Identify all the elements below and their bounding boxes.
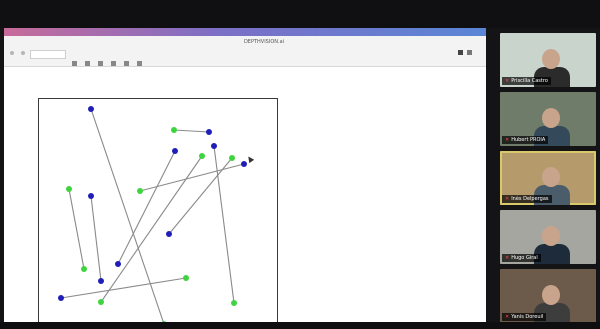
app-toolbar: DEPTHVISION.ai	[4, 36, 486, 67]
participant-name: ✕ Inès Delpergas	[502, 195, 552, 203]
blue-point	[88, 193, 94, 199]
blue-point	[98, 278, 104, 284]
plot-frame	[38, 98, 278, 322]
segment-plot	[58, 106, 247, 322]
mac-menu-bar	[4, 28, 486, 36]
muted-mic-icon: ✕	[505, 78, 510, 84]
green-point	[229, 155, 235, 161]
document-title: DEPTHVISION.ai	[243, 39, 285, 45]
blue-point	[166, 231, 172, 237]
green-point	[183, 275, 189, 281]
muted-mic-icon: ✕	[505, 196, 510, 202]
segment-line	[60, 277, 187, 299]
close-dot-icon[interactable]	[10, 51, 14, 55]
shared-screen: DEPTHVISION.ai	[4, 28, 486, 322]
muted-mic-icon: ✕	[505, 314, 510, 320]
segment-line	[68, 188, 85, 270]
blue-point	[241, 161, 247, 167]
tool-icon[interactable]	[72, 61, 77, 66]
participant-avatar	[542, 285, 560, 305]
participant-tile[interactable]: ✕ Priscilla Castro	[500, 33, 596, 87]
participant-name: ✕ Priscilla Castro	[502, 77, 551, 85]
green-point	[81, 266, 87, 272]
participant-name-text: Hubert PROIA	[511, 137, 546, 143]
blue-point	[115, 261, 121, 267]
canvas-area	[4, 67, 486, 322]
zoom-select[interactable]	[30, 50, 66, 59]
participant-name: ✕ Hugo Giral	[502, 254, 541, 262]
participant-avatar	[542, 167, 560, 187]
participant-avatar	[542, 226, 560, 246]
participant-name-text: Inès Delpergas	[511, 196, 549, 202]
participant-name: ✕ Hubert PROIA	[502, 136, 549, 144]
green-point	[137, 188, 143, 194]
pane-icon[interactable]	[467, 49, 472, 55]
segment-line	[139, 163, 245, 192]
green-point	[171, 127, 177, 133]
segment-line	[168, 157, 233, 235]
minimize-dot-icon[interactable]	[21, 51, 26, 55]
blue-point	[211, 143, 217, 149]
participant-avatar	[542, 49, 560, 69]
tool-icon[interactable]	[98, 61, 104, 66]
bottom-strip	[0, 322, 600, 329]
zoom-top-bar	[0, 0, 600, 28]
tool-icon[interactable]	[85, 61, 91, 66]
blue-point	[88, 106, 94, 112]
participant-tile[interactable]: ✕ Inès Delpergas	[500, 151, 596, 205]
participant-tile[interactable]: ✕ Hugo Giral	[500, 210, 596, 264]
participant-name-text: Priscilla Castro	[511, 78, 548, 84]
green-point	[231, 300, 237, 306]
blue-point	[58, 295, 64, 301]
toolbar-right-controls	[455, 49, 472, 55]
participant-name-text: Yanis Doreuil	[511, 314, 544, 320]
segment-line	[173, 129, 210, 133]
muted-mic-icon: ✕	[505, 255, 510, 261]
participant-gallery: ✕ Priscilla Castro ✕ Hubert PROIA ✕ Inès Delp…	[496, 30, 600, 329]
segment-line	[90, 195, 102, 282]
stop-icon[interactable]	[457, 49, 463, 55]
segment-line	[90, 108, 164, 322]
tool-icon[interactable]	[111, 61, 117, 66]
participant-name: ✕ Yanis Doreuil	[502, 313, 547, 321]
green-point	[98, 299, 104, 305]
muted-mic-icon: ✕	[505, 137, 510, 143]
participant-tile[interactable]: ✕ Yanis Doreuil	[500, 269, 596, 323]
tool-icon[interactable]	[137, 61, 143, 66]
tool-icon[interactable]	[124, 61, 130, 66]
participant-avatar	[542, 108, 560, 128]
participant-name-text: Hugo Giral	[511, 255, 538, 261]
blue-point	[206, 129, 212, 135]
green-point	[199, 153, 205, 159]
participant-tile[interactable]: ✕ Hubert PROIA	[500, 92, 596, 146]
green-point	[66, 186, 72, 192]
blue-point	[172, 148, 178, 154]
